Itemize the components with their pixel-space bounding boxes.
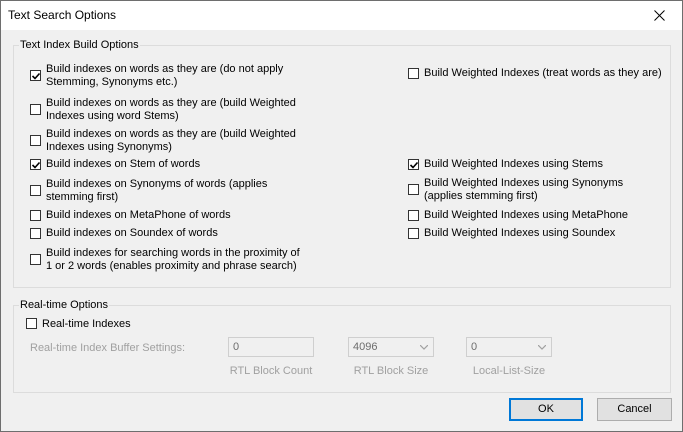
local-list-size-select[interactable]: 0 bbox=[466, 337, 552, 357]
text-search-options-dialog: Text Search Options Text Index Build Opt… bbox=[0, 0, 683, 432]
left-option-4-label-line-1: Build indexes on Stem of words bbox=[46, 158, 201, 170]
rtl-block-size-select[interactable]: 4096 bbox=[348, 337, 434, 357]
right-option-4-checkbox[interactable] bbox=[408, 210, 419, 221]
left-option-2-label-line-1: Build indexes on words as they are (buil… bbox=[46, 97, 296, 109]
right-option-4-label-line-1: Build Weighted Indexes using MetaPhone bbox=[424, 209, 629, 221]
left-option-3-label-line-1: Build indexes on words as they are (buil… bbox=[46, 128, 296, 140]
text-index-build-options-legend: Text Index Build Options bbox=[19, 39, 140, 51]
realtime-indexes-checkbox-box[interactable] bbox=[26, 318, 37, 329]
left-option-3-label-line-2: Indexes using Synonyms) bbox=[46, 141, 172, 153]
left-option-1-label-line-1: Build indexes on words as they are (do n… bbox=[46, 63, 284, 75]
left-option-2-checkbox[interactable] bbox=[30, 104, 41, 115]
chevron-down-icon bbox=[420, 345, 428, 350]
left-option-6-label-line-1: Build indexes on MetaPhone of words bbox=[46, 209, 231, 221]
left-option-8-checkbox[interactable] bbox=[30, 254, 41, 265]
local-list-size-dropdown[interactable] bbox=[535, 339, 550, 355]
right-option-5-checkbox[interactable] bbox=[408, 228, 419, 239]
right-option-3-label-line-2: (applies stemming first) bbox=[424, 190, 538, 202]
left-option-2-label-line-2: Indexes using word Stems) bbox=[46, 110, 179, 122]
left-option-3-checkbox[interactable] bbox=[30, 135, 41, 146]
right-option-1-checkbox[interactable] bbox=[408, 68, 419, 79]
cancel-button[interactable]: Cancel bbox=[597, 398, 672, 421]
checkmark-icon bbox=[31, 72, 41, 80]
title-bar: Text Search Options bbox=[1, 1, 682, 30]
left-option-7-label-line-1: Build indexes on Soundex of words bbox=[46, 227, 218, 239]
realtime-options-legend: Real-time Options bbox=[19, 299, 110, 311]
right-option-3-label-line-1: Build Weighted Indexes using Synonyms bbox=[424, 177, 624, 189]
rtl-block-size-value: 4096 bbox=[353, 341, 378, 353]
local-list-size-value: 0 bbox=[471, 341, 478, 353]
ok-button[interactable]: OK bbox=[509, 398, 583, 421]
right-option-1-label-line-1: Build Weighted Indexes (treat words as t… bbox=[424, 67, 662, 79]
checkmark-icon bbox=[31, 161, 41, 169]
left-option-1-label-line-2: Stemming, Synonyms etc.) bbox=[46, 76, 178, 88]
rtl-block-size-caption: RTL Block Size bbox=[353, 365, 429, 377]
chevron-down-icon bbox=[538, 345, 546, 350]
rtl-block-count-caption: RTL Block Count bbox=[229, 365, 313, 377]
realtime-indexes-label: Real-time Indexes bbox=[42, 318, 131, 330]
rtl-block-count-field[interactable]: 0 bbox=[228, 337, 314, 357]
local-list-size-caption: Local-List-Size bbox=[472, 365, 546, 377]
right-option-2-label-line-1: Build Weighted Indexes using Stems bbox=[424, 158, 603, 170]
right-option-3-checkbox[interactable] bbox=[408, 184, 419, 195]
left-option-5-label-line-2: stemming first) bbox=[46, 191, 119, 203]
checkmark-icon bbox=[409, 161, 419, 169]
dialog-title: Text Search Options bbox=[8, 8, 117, 22]
left-option-5-label-line-1: Build indexes on Synonyms of words (appl… bbox=[46, 178, 268, 190]
left-option-8-label-line-1: Build indexes for searching words in the… bbox=[46, 247, 300, 259]
left-option-8-label-line-2: 1 or 2 words (enables proximity and phra… bbox=[46, 260, 297, 272]
close-button[interactable] bbox=[638, 1, 682, 30]
close-icon bbox=[654, 10, 665, 21]
left-option-6-checkbox[interactable] bbox=[30, 210, 41, 221]
left-option-4-checkbox[interactable] bbox=[30, 159, 41, 170]
left-option-1-checkbox[interactable] bbox=[30, 70, 41, 81]
left-option-5-checkbox[interactable] bbox=[30, 185, 41, 196]
right-option-2-checkbox[interactable] bbox=[408, 159, 419, 170]
buffer-settings-label: Real-time Index Buffer Settings: bbox=[30, 342, 186, 354]
left-option-7-checkbox[interactable] bbox=[30, 228, 41, 239]
rtl-block-size-dropdown[interactable] bbox=[417, 339, 432, 355]
right-option-5-label-line-1: Build Weighted Indexes using Soundex bbox=[424, 227, 616, 239]
